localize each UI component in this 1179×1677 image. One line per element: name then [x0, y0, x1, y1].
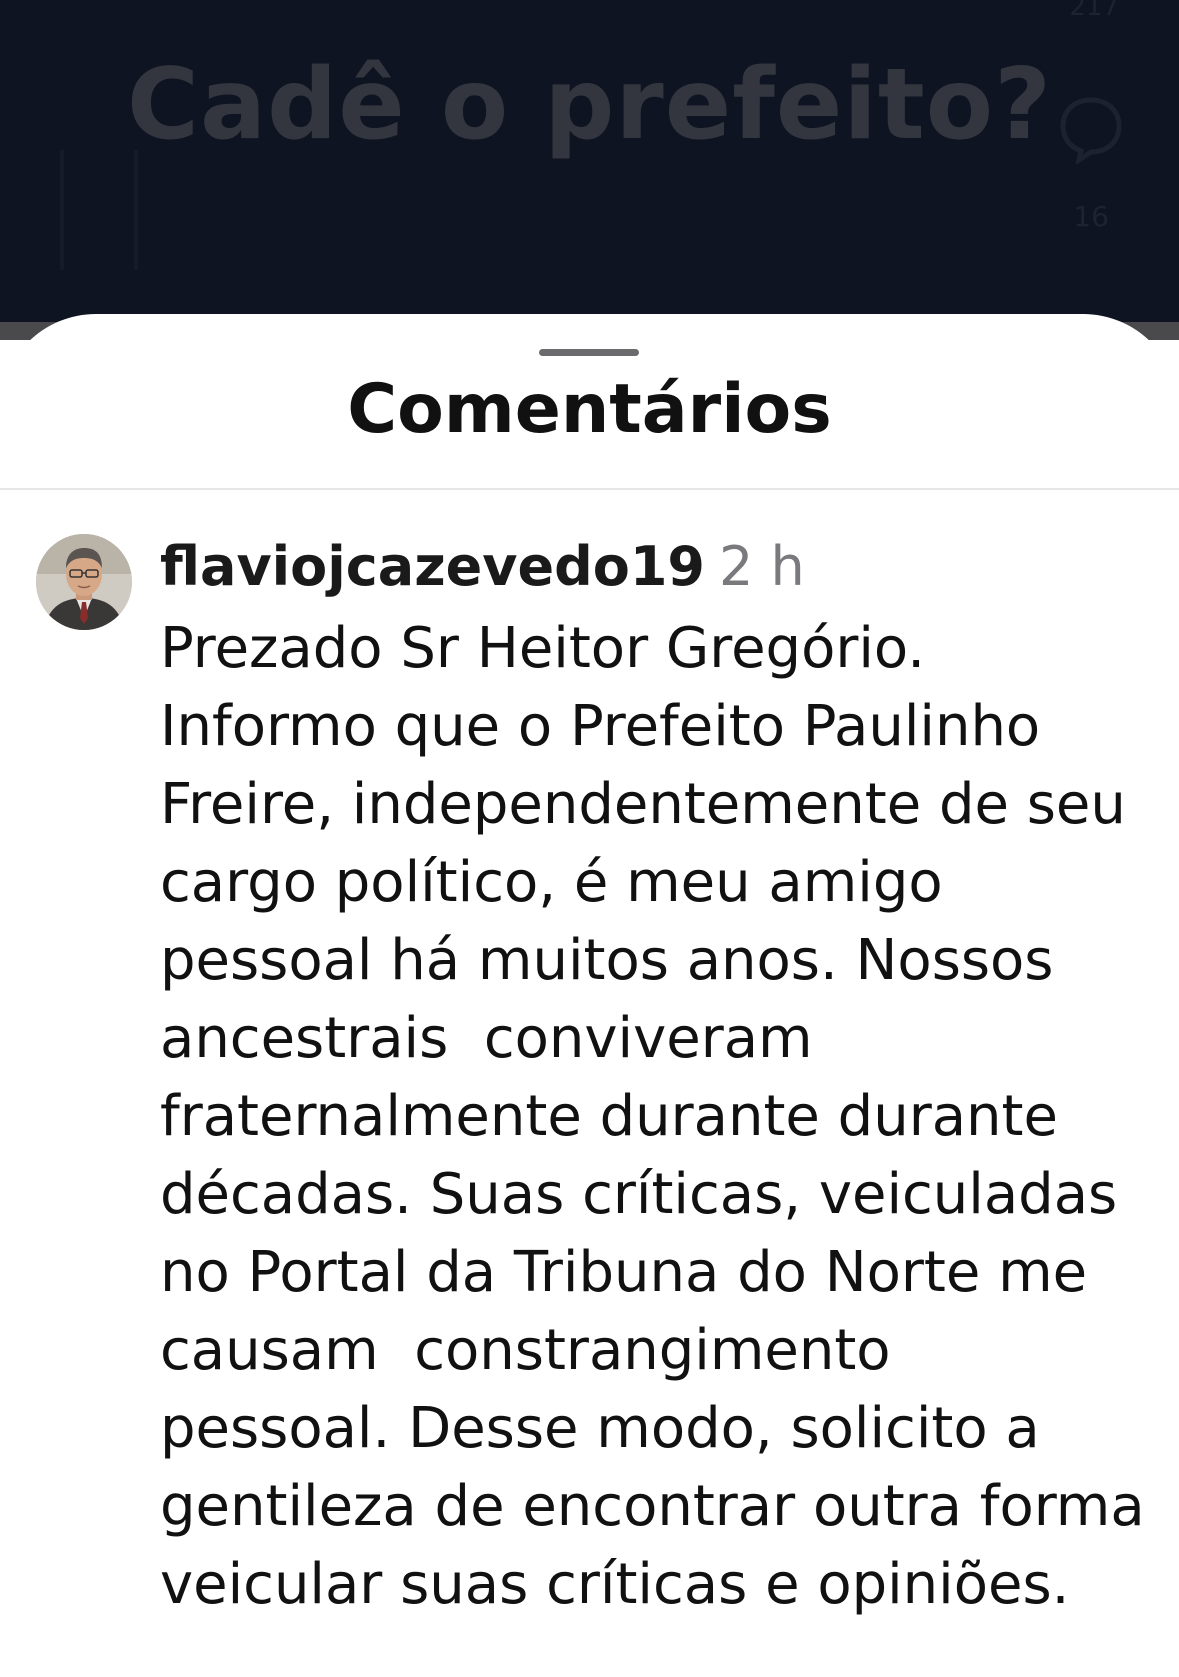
comment-header: flaviojcazevedo19 2 h — [160, 532, 805, 602]
screen: Cadê o prefeito? 217 16 Comentários flav… — [0, 0, 1179, 1677]
post-backdrop[interactable]: Cadê o prefeito? 217 16 — [0, 0, 1179, 340]
comment-text: Prezado Sr Heitor Gregório. Informo que … — [160, 610, 1160, 1624]
comment-line: veicular suas críticas e opiniões. — [160, 1552, 1070, 1617]
comment-line: causam constrangimento — [160, 1318, 891, 1383]
comment-line: no Portal da Tribuna do Norte me — [160, 1240, 1088, 1305]
sheet-title: Comentários — [347, 370, 832, 449]
speech-bubble-icon — [1060, 97, 1122, 164]
comment-line: pessoal. Desse modo, solicito a — [160, 1396, 1040, 1461]
post-title: Cadê o prefeito? — [127, 48, 1052, 162]
comment-line: pessoal há muitos anos. Nossos — [160, 928, 1054, 993]
post-decoration — [60, 150, 138, 270]
comment-line: Freire, independentemente de seu — [160, 772, 1126, 837]
avatar[interactable] — [36, 534, 132, 630]
comments-sheet[interactable]: Comentários flaviojcazevedo19 2 h Prezad… — [0, 314, 1179, 1677]
comment-line: décadas. Suas críticas, veiculadas — [160, 1162, 1118, 1227]
post-count-bottom: 16 — [1073, 200, 1109, 233]
post-count-top: 217 — [1069, 0, 1119, 22]
divider — [0, 488, 1179, 490]
user-photo-icon — [36, 534, 132, 630]
comment-line: Informo que o Prefeito Paulinho — [160, 694, 1041, 759]
comment-line: gentileza de encontrar outra forma — [160, 1474, 1145, 1539]
comment-line: cargo político, é meu amigo — [160, 850, 943, 915]
comment-line: ancestrais conviveram — [160, 1006, 813, 1071]
drag-handle[interactable] — [539, 349, 639, 356]
comment-line: fraternalmente durante durante — [160, 1084, 1058, 1149]
comment-line: Prezado Sr Heitor Gregório. — [160, 616, 925, 681]
comment-timestamp: 2 h — [719, 535, 805, 598]
comment-username[interactable]: flaviojcazevedo19 — [160, 535, 705, 598]
